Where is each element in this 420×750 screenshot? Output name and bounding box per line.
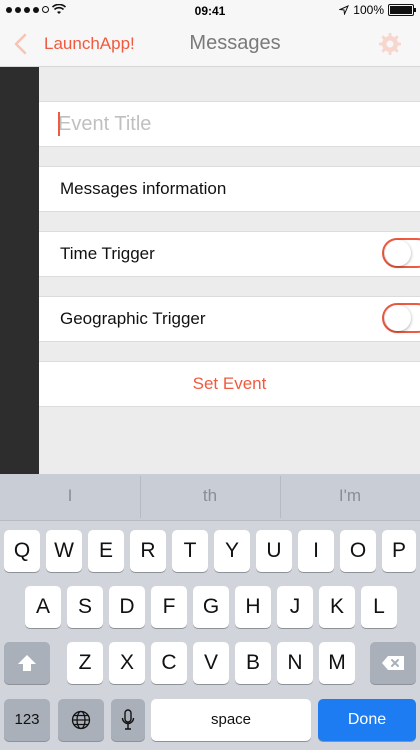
- key-r[interactable]: R: [130, 530, 166, 572]
- gear-icon[interactable]: [378, 32, 402, 56]
- key-n[interactable]: N: [277, 642, 313, 684]
- messages-information-label: Messages information: [60, 179, 227, 198]
- key-f[interactable]: F: [151, 586, 187, 628]
- key-u[interactable]: U: [256, 530, 292, 572]
- shift-key[interactable]: [4, 642, 50, 684]
- done-key[interactable]: Done: [318, 699, 416, 741]
- key-b[interactable]: B: [235, 642, 271, 684]
- key-x[interactable]: X: [109, 642, 145, 684]
- geographic-trigger-label: Geographic Trigger: [60, 309, 206, 328]
- battery-icon: [388, 4, 416, 16]
- keyboard: I th I'm Q W E R T Y U I O P A S D F G H…: [0, 474, 420, 750]
- prediction-bar: I th I'm: [0, 474, 420, 521]
- messages-information-cell[interactable]: Messages information: [39, 166, 420, 212]
- key-d[interactable]: D: [109, 586, 145, 628]
- microphone-icon: [121, 709, 135, 730]
- shift-arrow-icon: [18, 655, 36, 671]
- navigation-bar: LaunchApp! Messages: [0, 22, 420, 67]
- key-y[interactable]: Y: [214, 530, 250, 572]
- text-caret: [58, 112, 60, 136]
- set-event-button[interactable]: Set Event: [39, 374, 420, 394]
- location-arrow-icon: [339, 5, 350, 15]
- side-menu-edge: [0, 67, 39, 475]
- geographic-trigger-cell: Geographic Trigger: [39, 296, 420, 342]
- status-bar: 09:41 100%: [0, 0, 420, 22]
- key-j[interactable]: J: [277, 586, 313, 628]
- time-trigger-label: Time Trigger: [60, 244, 155, 263]
- key-w[interactable]: W: [46, 530, 82, 572]
- time-trigger-cell: Time Trigger: [39, 231, 420, 277]
- key-o[interactable]: O: [340, 530, 376, 572]
- prediction-3[interactable]: I'm: [280, 474, 420, 520]
- backspace-icon: [382, 656, 404, 670]
- key-h[interactable]: H: [235, 586, 271, 628]
- key-v[interactable]: V: [193, 642, 229, 684]
- key-a[interactable]: A: [25, 586, 61, 628]
- battery-percent: 100%: [353, 3, 384, 17]
- key-c[interactable]: C: [151, 642, 187, 684]
- key-q[interactable]: Q: [4, 530, 40, 572]
- key-e[interactable]: E: [88, 530, 124, 572]
- key-g[interactable]: G: [193, 586, 229, 628]
- set-event-cell[interactable]: Set Event: [39, 361, 420, 407]
- dictation-key[interactable]: [111, 699, 145, 741]
- space-key[interactable]: space: [151, 699, 311, 741]
- key-i[interactable]: I: [298, 530, 334, 572]
- delete-key[interactable]: [370, 642, 416, 684]
- key-l[interactable]: L: [361, 586, 397, 628]
- event-form: Messages information Time Trigger Geogra…: [39, 67, 420, 475]
- page-title: Messages: [189, 32, 281, 54]
- event-title-cell: [39, 101, 420, 147]
- prediction-1[interactable]: I: [0, 474, 140, 520]
- key-t[interactable]: T: [172, 530, 208, 572]
- key-k[interactable]: K: [319, 586, 355, 628]
- event-title-input[interactable]: [58, 111, 398, 137]
- geographic-trigger-toggle[interactable]: [382, 303, 420, 333]
- key-p[interactable]: P: [382, 530, 416, 572]
- key-z[interactable]: Z: [67, 642, 103, 684]
- numbers-key[interactable]: 123: [4, 699, 50, 741]
- prediction-2[interactable]: th: [140, 474, 280, 520]
- globe-key[interactable]: [58, 699, 104, 741]
- key-m[interactable]: M: [319, 642, 355, 684]
- globe-icon: [71, 710, 91, 730]
- key-s[interactable]: S: [67, 586, 103, 628]
- time-trigger-toggle[interactable]: [382, 238, 420, 268]
